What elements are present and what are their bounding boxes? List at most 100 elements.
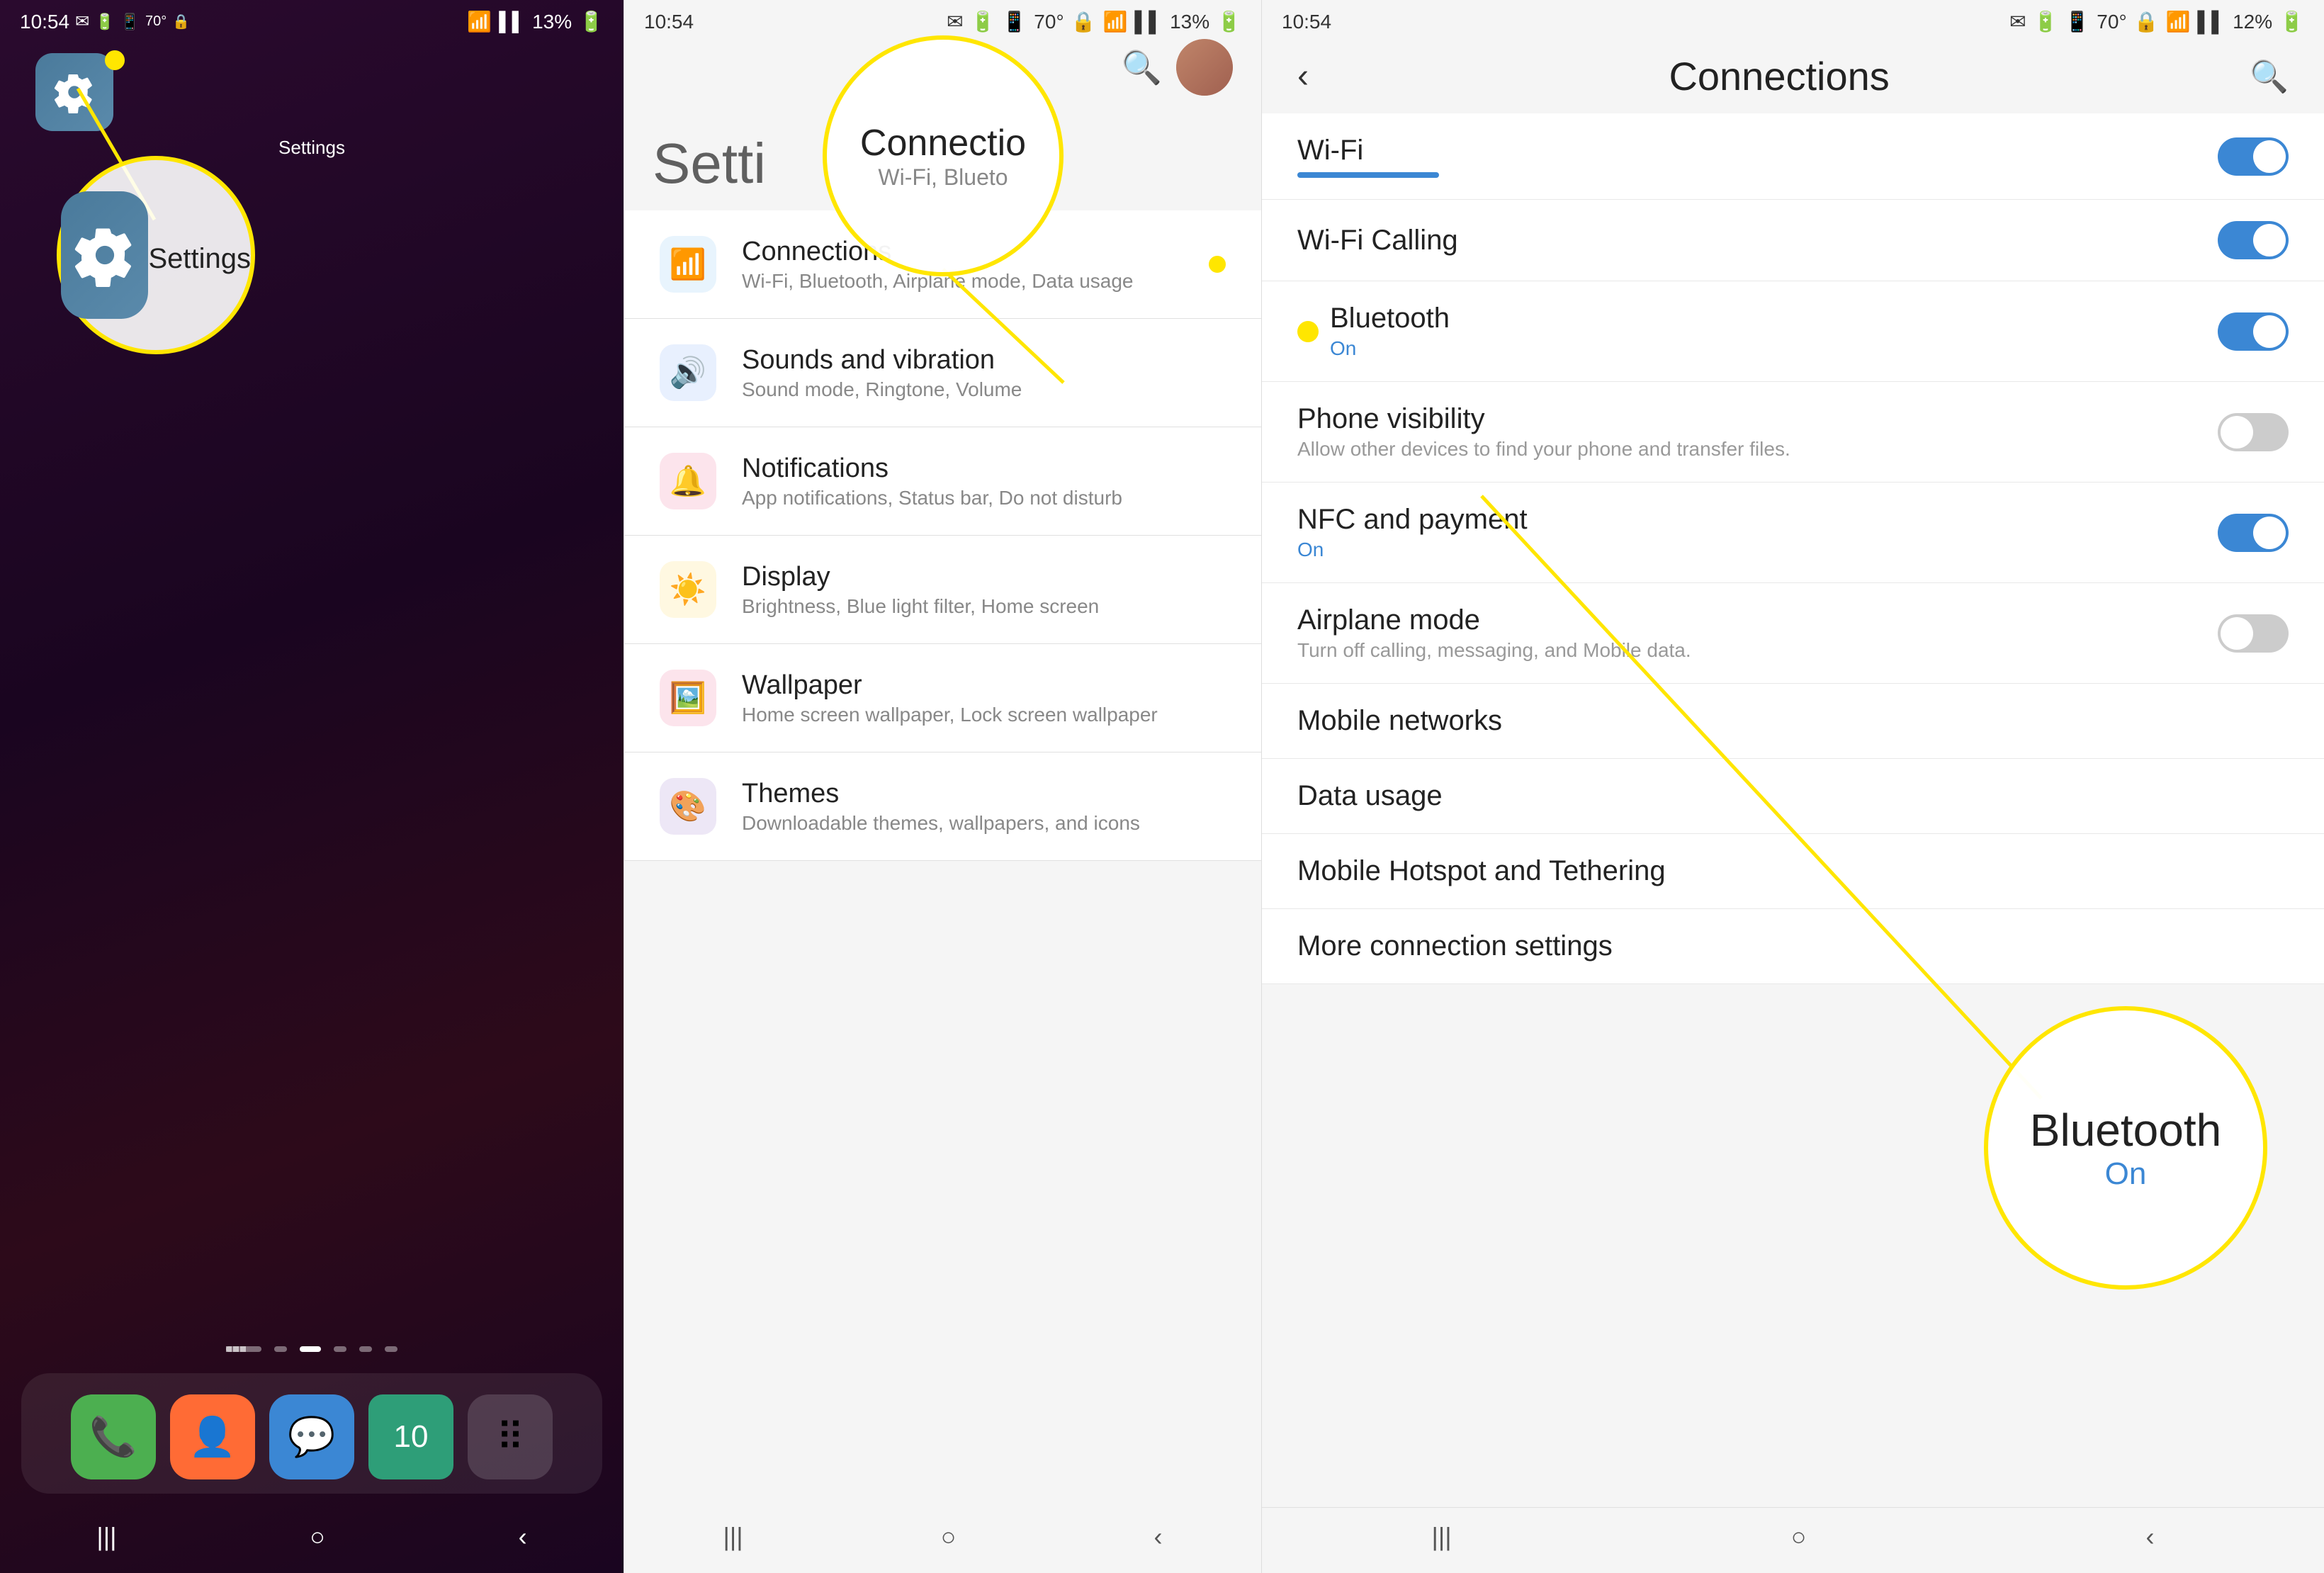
conn-item-nfc[interactable]: NFC and payment On <box>1262 483 2324 583</box>
dock-phone[interactable]: 📞 <box>71 1394 156 1479</box>
nav-back-c[interactable]: ‹ <box>2145 1522 2154 1552</box>
connections-icon: 📶 <box>660 236 716 293</box>
back-button[interactable]: ‹ <box>1297 57 1309 96</box>
display-icon: ☀️ <box>660 561 716 618</box>
connections-yellow-dot <box>1209 256 1226 273</box>
phone-visibility-toggle[interactable] <box>2218 413 2289 451</box>
status-bar-connections: 10:54 ✉ 🔋 📱 70° 🔒 📶 ▌▌ 12% 🔋 <box>1262 0 2324 39</box>
dock: 📞 👤 💬 10 ⠿ <box>21 1373 602 1494</box>
sounds-subtitle: Sound mode, Ringtone, Volume <box>742 378 1226 401</box>
batt-pct-c: 12% <box>2233 11 2272 33</box>
wifi-title: Wi-Fi <box>1297 135 2218 167</box>
wifi-calling-thumb <box>2253 224 2286 256</box>
status-time-home: 10:54 ✉ 🔋 📱 70° 🔒 <box>20 11 190 33</box>
nav-back-s[interactable]: ‹ <box>1153 1522 1162 1552</box>
batt-s2: 🔋 <box>1217 10 1241 33</box>
settings-item-wallpaper[interactable]: 🖼️ Wallpaper Home screen wallpaper, Lock… <box>624 644 1261 752</box>
dock-messages[interactable]: 💬 <box>269 1394 354 1479</box>
search-button-settings[interactable]: 🔍 <box>1122 48 1162 87</box>
nav-recent-s[interactable]: ||| <box>723 1522 743 1552</box>
airplane-desc: Turn off calling, messaging, and Mobile … <box>1297 639 2218 662</box>
nav-home[interactable]: ○ <box>310 1522 325 1552</box>
dock-apps[interactable]: ⠿ <box>468 1394 553 1479</box>
conn-item-hotspot[interactable]: Mobile Hotspot and Tethering <box>1262 834 2324 909</box>
nfc-thumb <box>2253 517 2286 549</box>
connections-popup-circle: Connectio Wi-Fi, Blueto <box>823 35 1064 276</box>
conn-item-wifi-calling[interactable]: Wi-Fi Calling <box>1262 200 2324 281</box>
settings-item-notifications[interactable]: 🔔 Notifications App notifications, Statu… <box>624 427 1261 536</box>
batt-c2: 🔋 <box>2279 10 2304 33</box>
user-avatar[interactable] <box>1176 39 1233 96</box>
wifi-s: 📶 <box>1103 10 1128 33</box>
mobile-networks-title: Mobile networks <box>1297 705 2289 737</box>
airplane-toggle[interactable] <box>2218 614 2289 653</box>
notif-subtitle: App notifications, Status bar, Do not di… <box>742 487 1226 509</box>
nav-back[interactable]: ‹ <box>519 1522 527 1552</box>
wifi-toggle[interactable] <box>2218 137 2289 176</box>
popup-sub: Wi-Fi, Blueto <box>878 164 1008 191</box>
bluetooth-toggle[interactable] <box>2218 312 2289 351</box>
data-usage-text: Data usage <box>1297 780 2289 812</box>
conn-item-wifi[interactable]: Wi-Fi <box>1262 113 2324 200</box>
battery-icon: 🔋 <box>579 10 604 33</box>
conn-item-more[interactable]: More connection settings <box>1262 909 2324 984</box>
wifi-calling-text: Wi-Fi Calling <box>1297 225 2218 256</box>
nav-recent-c[interactable]: ||| <box>1432 1522 1452 1552</box>
themes-text: Themes Downloadable themes, wallpapers, … <box>742 779 1226 835</box>
nfc-toggle[interactable] <box>2218 514 2289 552</box>
connections-list: Wi-Fi Wi-Fi Calling Bluetooth On <box>1262 113 2324 1507</box>
wifi-item-text: Wi-Fi <box>1297 135 2218 178</box>
sounds-text: Sounds and vibration Sound mode, Rington… <box>742 345 1226 401</box>
airplane-text: Airplane mode Turn off calling, messagin… <box>1297 604 2218 662</box>
nav-recent[interactable]: ||| <box>96 1522 116 1552</box>
temp-s: 70° <box>1034 11 1064 33</box>
wifi-status-icon: 📶 <box>467 10 492 33</box>
nav-home-c[interactable]: ○ <box>1791 1522 1807 1552</box>
message-icon: ✉ <box>75 11 89 32</box>
nav-home-s[interactable]: ○ <box>941 1522 957 1552</box>
signal-c: ▌▌ <box>2197 11 2226 33</box>
nav-bar-connections: ||| ○ ‹ <box>1262 1507 2324 1573</box>
speaker-icon: 🔊 <box>670 356 706 390</box>
settings-item-display[interactable]: ☀️ Display Brightness, Blue light filter… <box>624 536 1261 644</box>
home-screen: 10:54 ✉ 🔋 📱 70° 🔒 📶 ▌▌ 13% 🔋 Settings <box>0 0 624 1573</box>
battery-icon-small: 🔋 <box>95 13 114 31</box>
notif-title: Notifications <box>742 453 1226 484</box>
page-indicators <box>0 1332 624 1373</box>
nfc-text: NFC and payment On <box>1297 504 2218 561</box>
search-button-connections[interactable]: 🔍 <box>2250 58 2289 95</box>
settings-item-themes[interactable]: 🎨 Themes Downloadable themes, wallpapers… <box>624 752 1261 861</box>
conn-item-airplane[interactable]: Airplane mode Turn off calling, messagin… <box>1262 583 2324 684</box>
settings-icon-small[interactable] <box>35 53 113 131</box>
conn-item-bluetooth[interactable]: Bluetooth On <box>1262 281 2324 382</box>
conn-item-phone-visibility[interactable]: Phone visibility Allow other devices to … <box>1262 382 2324 483</box>
time-connections: 10:54 <box>1282 11 1331 33</box>
more-settings-text: More connection settings <box>1297 930 2289 962</box>
battery-pct: 13% <box>532 11 572 33</box>
sim-icon-c: 📱 <box>2065 10 2089 33</box>
bluetooth-thumb <box>2253 315 2286 348</box>
conn-item-mobile-networks[interactable]: Mobile networks <box>1262 684 2324 759</box>
wifi-sub-bar <box>1297 172 1439 178</box>
wifi-c: 📶 <box>2166 10 2191 33</box>
airplane-thumb <box>2221 617 2253 650</box>
status-right-home: 📶 ▌▌ 13% 🔋 <box>467 10 604 33</box>
conn-item-data-usage[interactable]: Data usage <box>1262 759 2324 834</box>
settings-annotation-label: Settings <box>148 243 251 275</box>
nav-bar-settings: ||| ○ ‹ <box>624 1508 1261 1573</box>
settings-item-sounds[interactable]: 🔊 Sounds and vibration Sound mode, Ringt… <box>624 319 1261 427</box>
display-title: Display <box>742 562 1226 592</box>
dot-1 <box>274 1346 287 1352</box>
dock-calendar[interactable]: 10 <box>368 1394 453 1479</box>
settings-annotation-circle: Settings <box>57 156 255 354</box>
settings-screen: 10:54 ✉ 🔋 📱 70° 🔒 📶 ▌▌ 13% 🔋 🔍 Setti 📶 <box>624 0 1261 1573</box>
bluetooth-popup-title: Bluetooth <box>2030 1104 2221 1156</box>
popup-title: Connectio <box>860 122 1026 164</box>
msg-icon-c: ✉ <box>2009 10 2026 33</box>
wifi-toggle-thumb <box>2253 140 2286 173</box>
wallpaper-icon: 🖼️ <box>660 670 716 726</box>
dock-contacts[interactable]: 👤 <box>170 1394 255 1479</box>
wifi-calling-toggle[interactable] <box>2218 221 2289 259</box>
lock-icon: 🔒 <box>172 13 190 30</box>
themes-title: Themes <box>742 779 1226 809</box>
